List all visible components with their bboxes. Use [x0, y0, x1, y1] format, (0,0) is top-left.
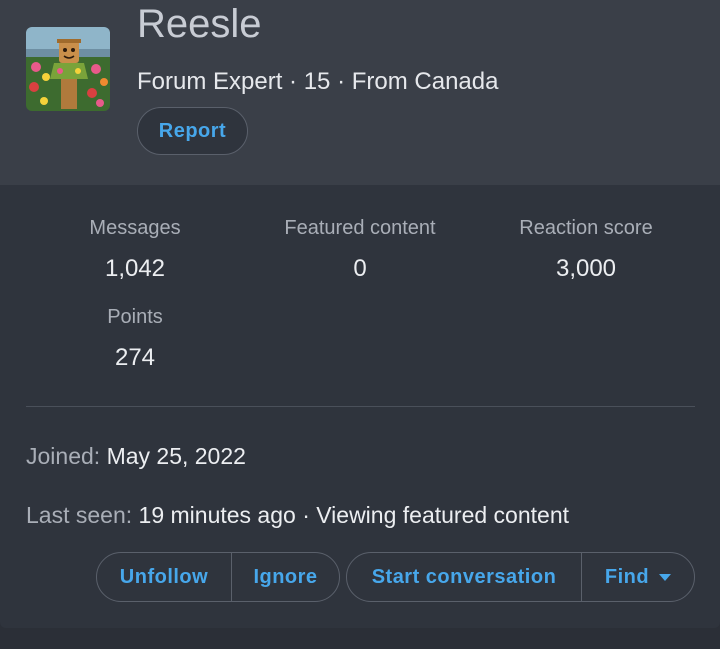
stat-value[interactable]: 1,042 [15, 257, 255, 281]
member-header: Reesle Forum Expert · 15 · From Canada R… [0, 0, 720, 185]
last-seen-value: 19 minutes ago · Viewing featured conten… [138, 502, 569, 528]
stat-value[interactable]: 274 [15, 346, 255, 370]
last-seen-row: Last seen: 19 minutes ago · Viewing feat… [26, 504, 569, 527]
conversation-find-group: Start conversation Find [346, 552, 695, 602]
stat-label: Reaction score [519, 217, 653, 239]
stat-value[interactable]: 0 [240, 257, 480, 281]
stat-label: Featured content [284, 217, 436, 239]
member-card: Reesle Forum Expert · 15 · From Canada R… [0, 0, 720, 628]
stat-label: Messages [89, 217, 181, 239]
follow-ignore-group: Unfollow Ignore [96, 552, 340, 602]
joined-row: Joined: May 25, 2022 [26, 445, 246, 468]
ignore-button[interactable]: Ignore [231, 553, 339, 601]
stat-label: Points [107, 306, 163, 328]
report-button[interactable]: Report [137, 107, 248, 155]
find-label: Find [604, 565, 650, 588]
username[interactable]: Reesle [137, 4, 262, 44]
joined-value: May 25, 2022 [106, 443, 246, 469]
last-seen-label: Last seen: [26, 502, 133, 528]
avatar[interactable] [26, 27, 110, 111]
caret-down-icon [659, 573, 672, 581]
unfollow-button[interactable]: Unfollow [97, 553, 231, 601]
joined-label: Joined: [26, 443, 101, 469]
divider [26, 406, 695, 407]
start-conversation-button[interactable]: Start conversation [347, 553, 581, 601]
user-title-meta: Forum Expert · 15 · From Canada [137, 68, 499, 95]
find-button[interactable]: Find [581, 553, 694, 601]
stat-value[interactable]: 3,000 [466, 257, 706, 281]
avatar-image [26, 27, 110, 111]
